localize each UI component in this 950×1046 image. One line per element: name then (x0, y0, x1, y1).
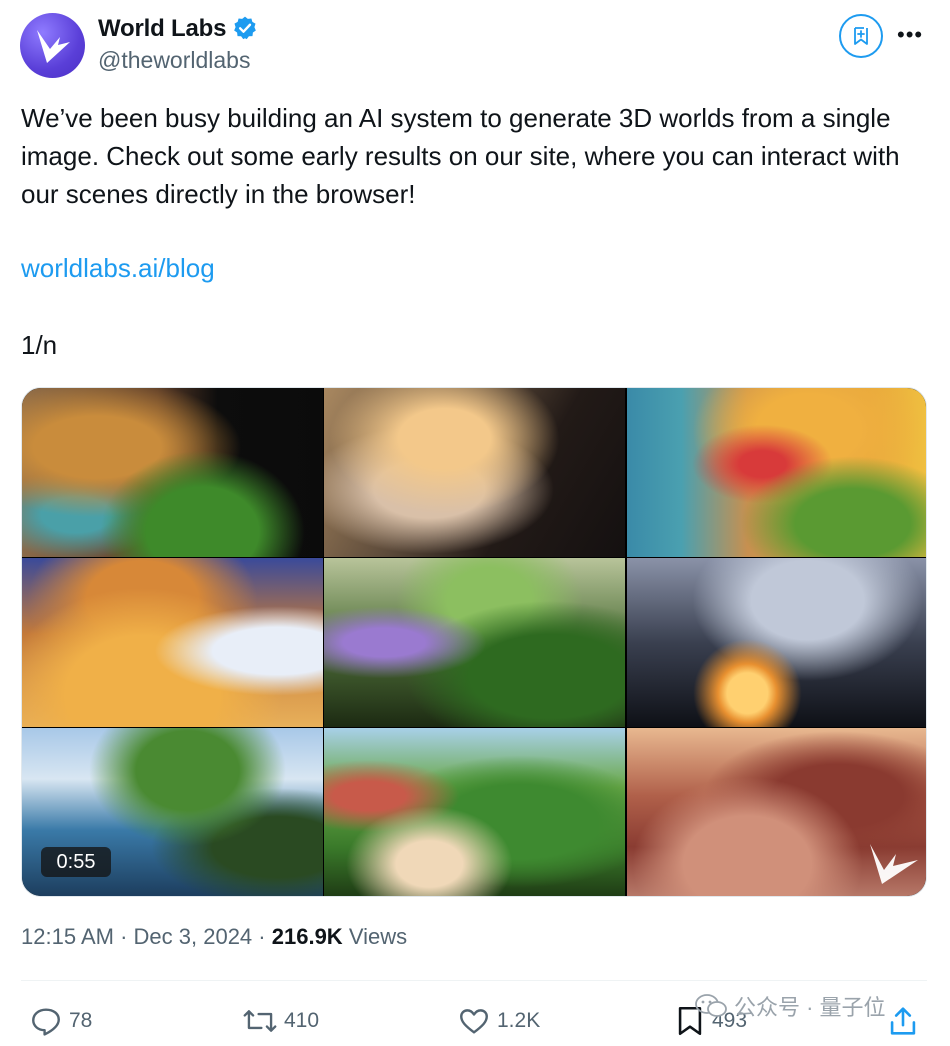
tweet-time[interactable]: 12:15 AM (21, 924, 114, 949)
author-display-name[interactable]: World Labs (98, 15, 226, 43)
video-duration-badge: 0:55 (41, 847, 111, 877)
video-thumbnail-cartoon-ruins (22, 558, 323, 727)
tweet-text: We’ve been busy building an AI system to… (21, 103, 900, 209)
grok-button[interactable] (839, 14, 883, 58)
video-thumbnail-futuristic-hall (627, 558, 926, 727)
views-count: 216.9K (271, 924, 343, 949)
tweet-date[interactable]: Dec 3, 2024 (134, 924, 253, 949)
like-count: 1.2K (497, 1009, 541, 1032)
video-thumbnail-garden-path (324, 558, 625, 727)
views-label: Views (348, 924, 408, 949)
video-player[interactable] (21, 387, 927, 897)
world-labs-logo-icon (37, 30, 70, 63)
tweet-meta: 12:15 AM · Dec 3, 2024 · 216.9K Views (21, 924, 408, 949)
world-labs-watermark-icon (870, 844, 918, 884)
video-thumbnail-fantasy-cave (22, 388, 323, 557)
reply-icon (32, 1008, 60, 1036)
video-thumbnail-misty-valley (324, 388, 625, 557)
like-button[interactable]: 1.2K (457, 1004, 540, 1038)
more-options-icon[interactable]: ••• (897, 20, 927, 50)
video-thumbnail-hillside-village (324, 728, 625, 896)
bookmark-sparkle-icon (854, 27, 868, 45)
share-button[interactable] (888, 1004, 924, 1038)
author-handle[interactable]: @theworldlabs (98, 47, 250, 74)
thread-counter: 1/n (21, 330, 58, 360)
repost-count: 410 (284, 1009, 320, 1032)
verified-badge-icon (234, 16, 256, 40)
repost-button[interactable]: 410 (242, 1004, 319, 1038)
tweet-link[interactable]: worldlabs.ai/blog (21, 253, 215, 284)
watermark-text: 公众号 · 量子位 (734, 995, 886, 1020)
divider (21, 980, 927, 981)
share-icon (890, 1007, 916, 1035)
wechat-watermark: 公众号 · 量子位 (694, 990, 886, 1022)
repost-icon (243, 1010, 277, 1032)
reply-count: 78 (69, 1009, 93, 1032)
author-avatar[interactable] (20, 13, 85, 78)
wechat-icon (695, 994, 727, 1017)
reply-button[interactable]: 78 (29, 1004, 92, 1038)
video-thumbnail-seaside-village (627, 388, 926, 557)
heart-icon (460, 1009, 488, 1034)
